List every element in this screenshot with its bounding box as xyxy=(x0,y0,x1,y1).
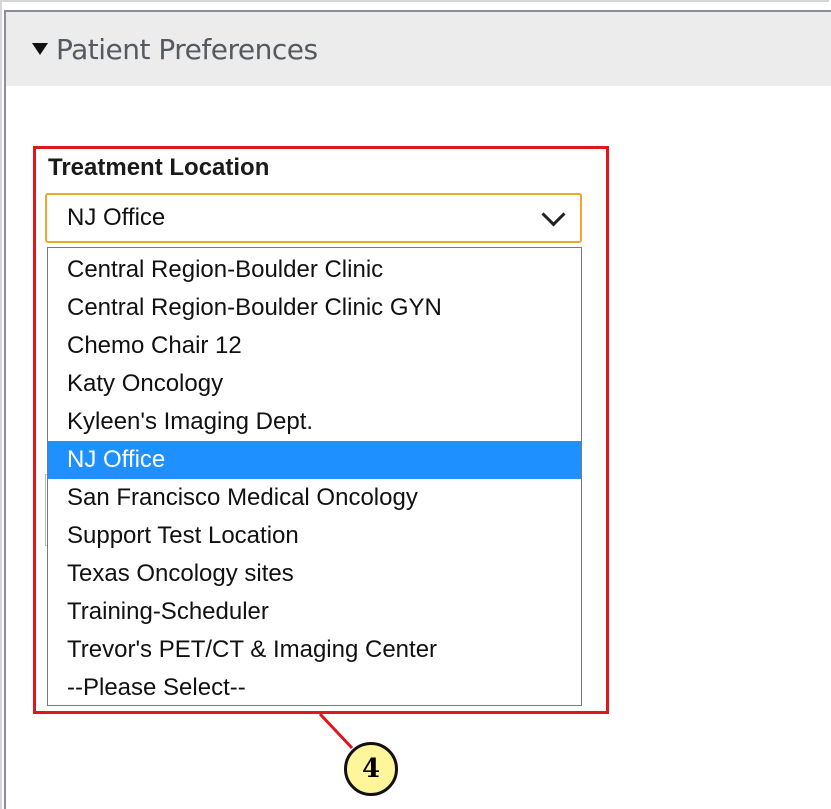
treatment-location-select[interactable]: NJ Office xyxy=(45,193,582,243)
panel-border-left xyxy=(4,10,6,809)
dropdown-option[interactable]: Central Region-Boulder Clinic xyxy=(48,251,581,289)
dropdown-option[interactable]: Support Test Location xyxy=(48,517,581,555)
panel-title: Patient Preferences xyxy=(56,32,318,66)
dropdown-option[interactable]: Katy Oncology xyxy=(48,365,581,403)
dropdown-option-selected[interactable]: NJ Office xyxy=(48,441,581,479)
caret-down-icon[interactable] xyxy=(32,43,48,55)
dropdown-option[interactable]: Training-Scheduler xyxy=(48,593,581,631)
dropdown-option[interactable]: Trevor's PET/CT & Imaging Center xyxy=(48,631,581,669)
dropdown-option[interactable]: Texas Oncology sites xyxy=(48,555,581,593)
dropdown-option[interactable]: San Francisco Medical Oncology xyxy=(48,479,581,517)
callout-number: 4 xyxy=(361,754,381,784)
treatment-location-label: Treatment Location xyxy=(48,154,270,181)
dropdown-option[interactable]: --Please Select-- xyxy=(48,669,581,707)
treatment-location-options-list[interactable]: Central Region-Boulder Clinic Central Reg… xyxy=(47,247,582,706)
patient-preferences-header[interactable]: Patient Preferences xyxy=(6,12,831,86)
dropdown-option[interactable]: Chemo Chair 12 xyxy=(48,327,581,365)
select-current-value: NJ Office xyxy=(67,204,166,231)
dropdown-option[interactable]: Central Region-Boulder Clinic GYN xyxy=(48,289,581,327)
chevron-down-icon[interactable] xyxy=(541,201,566,227)
callout-badge: 4 xyxy=(344,742,398,796)
dropdown-option[interactable]: Kyleen's Imaging Dept. xyxy=(48,403,581,441)
